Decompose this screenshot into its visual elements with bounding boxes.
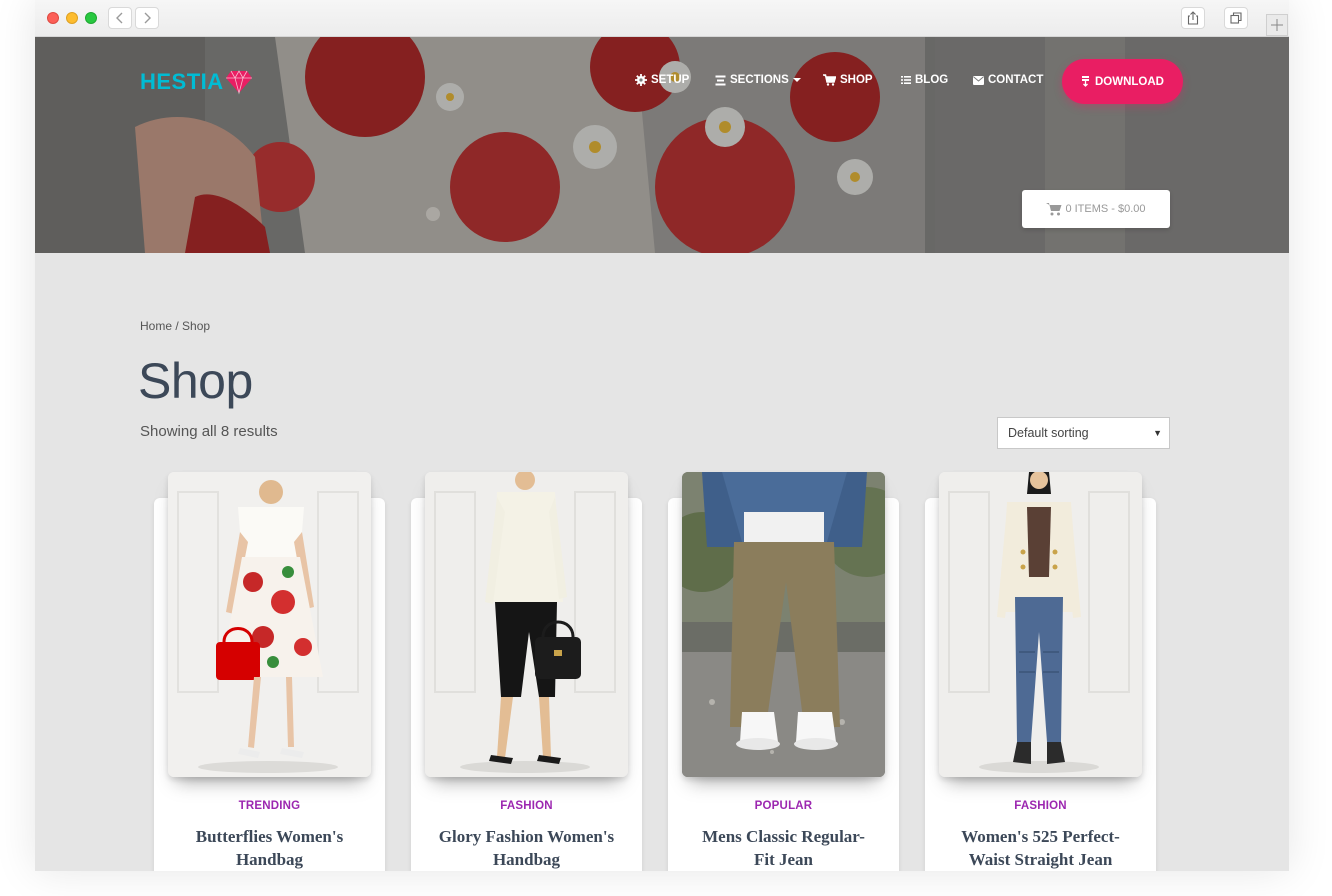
brand-name: HESTIA	[140, 69, 224, 94]
product-title-line: Fit Jean	[753, 850, 814, 869]
product-category[interactable]: FASHION	[411, 800, 642, 812]
product-image-glory-fashion-handbag[interactable]	[425, 472, 628, 777]
product-title[interactable]: Glory Fashion Women's Handbag	[411, 825, 642, 871]
list-icon	[901, 76, 911, 84]
product-title-line: Mens Classic Regular-	[702, 827, 865, 846]
share-icon	[1187, 11, 1199, 25]
download-button[interactable]: DOWNLOAD	[1062, 59, 1183, 104]
maximize-window-button[interactable]	[85, 12, 97, 24]
new-tab-button[interactable]	[1266, 14, 1288, 36]
envelope-icon	[973, 75, 984, 85]
cart-icon	[823, 74, 836, 86]
caret-down-icon	[792, 78, 801, 82]
browser-window: HESTIA SETUP SECTIONS SHOP BLOG CONTACT …	[35, 0, 1289, 871]
close-window-button[interactable]	[47, 12, 59, 24]
product-title-line: Waist Straight Jean	[968, 850, 1113, 869]
breadcrumb: Home / Shop	[140, 319, 210, 333]
nav-label-setup: SETUP	[651, 74, 690, 86]
share-button[interactable]	[1181, 7, 1205, 29]
breadcrumb-current: Shop	[182, 319, 211, 333]
chevron-down-icon: ▼	[1153, 428, 1162, 438]
sections-icon	[715, 75, 726, 85]
product-title[interactable]: Butterflies Women's Handbag	[154, 825, 385, 871]
cart-summary-button[interactable]: 0 ITEMS - $0.00	[1022, 190, 1170, 228]
chevron-left-icon	[116, 12, 123, 24]
nav-label-contact: CONTACT	[988, 74, 1044, 86]
product-image-butterflies-handbag[interactable]	[168, 472, 371, 777]
forward-button[interactable]	[135, 7, 159, 29]
product-title[interactable]: Mens Classic Regular- Fit Jean	[668, 825, 899, 871]
product-title-line: Glory Fashion Women's	[438, 827, 615, 846]
sorting-select[interactable]: Default sorting ▼	[997, 417, 1170, 449]
page-title: Shop	[138, 353, 253, 409]
nav-label-sections: SECTIONS	[730, 74, 789, 86]
diamond-icon	[225, 70, 252, 95]
minimize-window-button[interactable]	[66, 12, 78, 24]
nav-label-shop: SHOP	[840, 74, 873, 86]
product-category[interactable]: POPULAR	[668, 800, 899, 812]
nav-item-sections[interactable]: SECTIONS	[715, 74, 801, 86]
brand-logo[interactable]: HESTIA	[140, 69, 253, 95]
cart-icon	[1046, 203, 1062, 216]
nav-label-blog: BLOG	[915, 74, 949, 86]
result-count: Showing all 8 results	[140, 423, 278, 440]
product-title-line: Handbag	[235, 850, 304, 869]
nav-item-contact[interactable]: CONTACT	[973, 74, 1043, 86]
product-title-line: Butterflies Women's	[195, 827, 344, 846]
sorting-selected-value: Default sorting	[1008, 426, 1089, 440]
back-button[interactable]	[108, 7, 132, 29]
hero-header: HESTIA SETUP SECTIONS SHOP BLOG CONTACT …	[35, 37, 1289, 253]
product-title[interactable]: Women's 525 Perfect- Waist Straight Jean	[925, 825, 1156, 871]
nav-item-blog[interactable]: BLOG	[901, 74, 948, 86]
browser-toolbar	[35, 0, 1289, 37]
breadcrumb-home-link[interactable]: Home	[140, 319, 172, 333]
product-image-womens-525-jean[interactable]	[939, 472, 1142, 777]
download-icon	[1082, 76, 1089, 87]
product-image-mens-classic-jean[interactable]	[682, 472, 885, 777]
product-title-line: Handbag	[492, 850, 561, 869]
product-category[interactable]: TRENDING	[154, 800, 385, 812]
nav-item-setup[interactable]: SETUP	[635, 74, 689, 86]
tabs-overview-button[interactable]	[1224, 7, 1248, 29]
nav-item-shop[interactable]: SHOP	[823, 74, 873, 86]
tabs-icon	[1230, 12, 1242, 24]
product-title-line: Women's 525 Perfect-	[961, 827, 1120, 846]
product-category[interactable]: FASHION	[925, 800, 1156, 812]
download-label: DOWNLOAD	[1095, 75, 1164, 88]
gear-icon	[635, 74, 647, 86]
breadcrumb-separator: /	[172, 319, 183, 333]
chevron-right-icon	[144, 12, 151, 24]
cart-summary-label: 0 ITEMS - $0.00	[1065, 203, 1146, 215]
plus-icon	[1271, 19, 1283, 31]
